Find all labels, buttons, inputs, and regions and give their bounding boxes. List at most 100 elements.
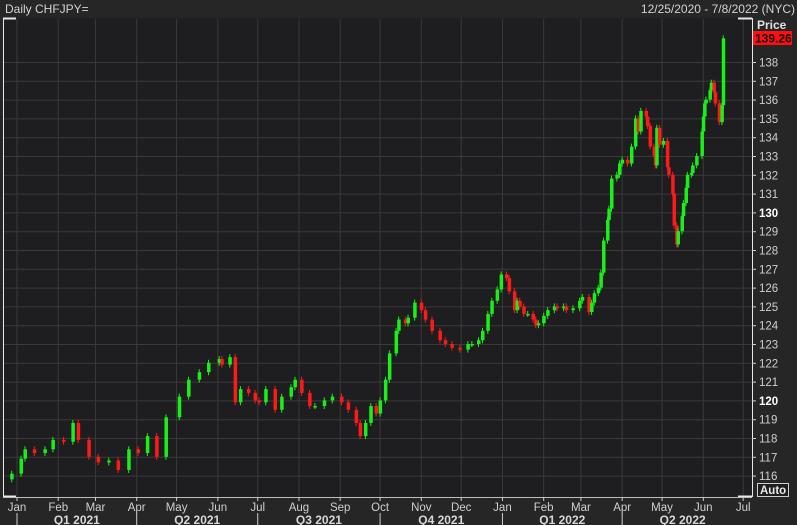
candle-up: [197, 372, 202, 380]
candle-down: [136, 449, 141, 454]
price-tick-label: 135: [759, 114, 778, 126]
auto-button-label[interactable]: Auto: [760, 485, 786, 497]
candle-up: [293, 379, 297, 388]
candle-down: [340, 396, 344, 403]
candle-up: [470, 344, 474, 346]
candle-down: [246, 389, 251, 393]
candle-up: [23, 449, 27, 459]
candle-up: [615, 174, 619, 179]
candle-down: [458, 347, 462, 350]
candle-up: [695, 156, 699, 166]
candle-up: [592, 293, 597, 303]
price-tick-label: 131: [759, 189, 778, 201]
candle-down: [648, 125, 653, 147]
candle-up: [387, 353, 392, 380]
candle-down: [438, 330, 442, 341]
month-label: Apr: [613, 502, 631, 514]
candle-down: [531, 313, 536, 320]
candle-down: [443, 340, 448, 344]
candle-down: [665, 140, 670, 168]
quarter-label: Q1 2021: [54, 513, 100, 525]
month-label: Oct: [371, 502, 390, 514]
candle-up: [19, 458, 23, 474]
candle-up: [661, 140, 666, 145]
candle-up: [127, 449, 131, 470]
price-tick-label: 128: [759, 246, 778, 258]
candle-up: [542, 315, 546, 324]
candle-up: [330, 396, 335, 401]
quarter-label: Q2 2022: [660, 513, 706, 525]
price-tick-label: 132: [759, 170, 778, 182]
price-tick-label: 127: [759, 264, 778, 276]
last-price-value: 139.26: [755, 32, 792, 46]
candle-down: [346, 402, 351, 410]
candle-down: [713, 92, 718, 104]
candle-up: [51, 439, 55, 450]
chart-title: Daily CHFJPY=: [5, 2, 89, 16]
candle-up: [466, 344, 470, 350]
candle-down: [253, 392, 258, 401]
candle-down: [522, 306, 526, 314]
candle-up: [596, 287, 601, 294]
auto-scale-button[interactable]: Auto: [757, 483, 789, 498]
candle-down: [507, 278, 512, 292]
candle-down: [233, 357, 238, 403]
candle-down: [657, 127, 662, 145]
candle-down: [555, 306, 559, 309]
candle-up: [606, 219, 610, 241]
date-range: 12/25/2020 - 7/8/2022 (NYC): [641, 2, 795, 16]
candle-down: [645, 116, 650, 126]
price-tick-label: 120: [759, 396, 778, 408]
candle-down: [354, 409, 359, 423]
candle-up: [107, 460, 111, 463]
month-label: Jan: [493, 502, 512, 514]
month-label: Apr: [128, 502, 146, 514]
candle-down: [419, 302, 424, 311]
plot-area[interactable]: [3, 18, 752, 497]
candle-down: [450, 344, 454, 348]
price-tick-label: 125: [759, 302, 778, 314]
candle-up: [599, 272, 603, 288]
candle-up: [313, 406, 317, 408]
candle-down: [76, 422, 81, 440]
candle-up: [264, 389, 268, 403]
candle-down: [672, 193, 677, 226]
price-tick-label: 117: [759, 452, 777, 464]
price-tick-label: 121: [759, 377, 778, 389]
candle-up: [620, 159, 625, 164]
price-tick-label: 123: [759, 340, 778, 352]
candle-up: [526, 313, 530, 316]
candle-down: [96, 456, 101, 463]
candle-up: [71, 422, 75, 442]
candle-up: [394, 330, 399, 354]
candle-down: [374, 406, 379, 414]
price-tick-label: 126: [759, 283, 778, 295]
candle-up: [10, 473, 14, 480]
month-label: Jul: [250, 502, 265, 514]
price-tick-label: 129: [759, 227, 778, 239]
candle-up: [369, 406, 373, 423]
candle-up: [590, 302, 594, 313]
candle-up: [676, 231, 681, 245]
candle-up: [700, 131, 704, 156]
candle-up: [322, 400, 327, 407]
candle-down: [300, 379, 304, 393]
candle-up: [397, 319, 401, 331]
candle-up: [187, 379, 191, 397]
candle-up: [495, 289, 500, 301]
month-label: Jul: [736, 502, 751, 514]
candle-up: [413, 302, 417, 318]
price-chart[interactable]: Daily CHFJPY= 12/25/2020 - 7/8/2022 (NYC…: [0, 0, 797, 525]
candle-up: [481, 330, 485, 341]
price-axis-title: Price: [757, 18, 787, 32]
candle-up: [207, 362, 211, 373]
price-tick-label: 137: [759, 76, 778, 88]
candle-up: [280, 396, 284, 410]
candle-up: [617, 163, 622, 175]
candle-up: [177, 396, 182, 418]
candle-down: [564, 306, 569, 311]
candle-up: [610, 178, 614, 209]
candle-down: [667, 167, 671, 175]
price-tick-label: 119: [759, 415, 777, 427]
candle-up: [406, 317, 411, 324]
